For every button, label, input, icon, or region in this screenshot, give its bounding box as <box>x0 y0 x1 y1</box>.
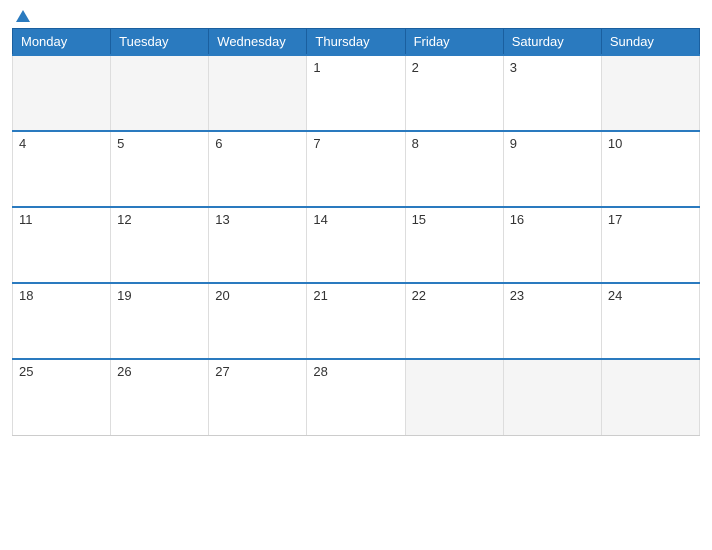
weekday-header-wednesday: Wednesday <box>209 29 307 56</box>
day-number: 7 <box>313 136 320 151</box>
weekday-header-monday: Monday <box>13 29 111 56</box>
day-number: 21 <box>313 288 327 303</box>
day-cell: 2 <box>405 55 503 131</box>
day-cell: 25 <box>13 359 111 435</box>
day-cell: 11 <box>13 207 111 283</box>
day-cell <box>601 55 699 131</box>
day-cell: 14 <box>307 207 405 283</box>
day-cell: 21 <box>307 283 405 359</box>
day-cell: 12 <box>111 207 209 283</box>
day-cell: 8 <box>405 131 503 207</box>
day-number: 24 <box>608 288 622 303</box>
calendar-container: MondayTuesdayWednesdayThursdayFridaySatu… <box>0 0 712 550</box>
day-cell: 7 <box>307 131 405 207</box>
weekday-header-thursday: Thursday <box>307 29 405 56</box>
day-number: 19 <box>117 288 131 303</box>
day-number: 15 <box>412 212 426 227</box>
day-number: 3 <box>510 60 517 75</box>
weekday-header-friday: Friday <box>405 29 503 56</box>
day-number: 25 <box>19 364 33 379</box>
day-cell <box>111 55 209 131</box>
day-number: 16 <box>510 212 524 227</box>
day-number: 2 <box>412 60 419 75</box>
day-number: 17 <box>608 212 622 227</box>
day-cell: 10 <box>601 131 699 207</box>
day-cell: 20 <box>209 283 307 359</box>
day-number: 4 <box>19 136 26 151</box>
day-number: 14 <box>313 212 327 227</box>
header-row <box>12 10 700 22</box>
day-cell: 5 <box>111 131 209 207</box>
logo-triangle-icon <box>16 10 30 22</box>
day-cell <box>209 55 307 131</box>
day-number: 5 <box>117 136 124 151</box>
day-number: 13 <box>215 212 229 227</box>
day-number: 18 <box>19 288 33 303</box>
day-cell <box>13 55 111 131</box>
day-cell: 18 <box>13 283 111 359</box>
calendar-grid: MondayTuesdayWednesdayThursdayFridaySatu… <box>12 28 700 436</box>
day-cell <box>405 359 503 435</box>
day-number: 11 <box>19 212 33 227</box>
day-number: 27 <box>215 364 229 379</box>
day-cell <box>503 359 601 435</box>
day-cell: 3 <box>503 55 601 131</box>
day-cell: 23 <box>503 283 601 359</box>
weekday-header-row: MondayTuesdayWednesdayThursdayFridaySatu… <box>13 29 700 56</box>
day-cell: 28 <box>307 359 405 435</box>
day-cell: 27 <box>209 359 307 435</box>
day-number: 20 <box>215 288 229 303</box>
week-row-4: 25 26 27 28 <box>13 359 700 435</box>
day-cell: 9 <box>503 131 601 207</box>
day-number: 23 <box>510 288 524 303</box>
weekday-header-sunday: Sunday <box>601 29 699 56</box>
day-cell: 26 <box>111 359 209 435</box>
day-cell: 6 <box>209 131 307 207</box>
day-cell: 13 <box>209 207 307 283</box>
day-cell: 15 <box>405 207 503 283</box>
day-cell: 1 <box>307 55 405 131</box>
day-number: 6 <box>215 136 222 151</box>
week-row-3: 18 19 20 21 22 23 24 <box>13 283 700 359</box>
week-row-1: 4 5 6 7 8 9 10 <box>13 131 700 207</box>
week-row-2: 11 12 13 14 15 16 17 <box>13 207 700 283</box>
day-number: 10 <box>608 136 622 151</box>
day-number: 9 <box>510 136 517 151</box>
day-number: 8 <box>412 136 419 151</box>
day-cell: 22 <box>405 283 503 359</box>
day-cell: 17 <box>601 207 699 283</box>
day-cell <box>601 359 699 435</box>
logo-blue-text <box>12 10 30 22</box>
day-cell: 4 <box>13 131 111 207</box>
weekday-header-tuesday: Tuesday <box>111 29 209 56</box>
day-number: 12 <box>117 212 131 227</box>
logo <box>12 10 30 22</box>
day-number: 28 <box>313 364 327 379</box>
week-row-0: 1 2 3 <box>13 55 700 131</box>
weekday-header-saturday: Saturday <box>503 29 601 56</box>
day-number: 26 <box>117 364 131 379</box>
day-cell: 19 <box>111 283 209 359</box>
day-cell: 24 <box>601 283 699 359</box>
day-number: 1 <box>313 60 320 75</box>
day-cell: 16 <box>503 207 601 283</box>
day-number: 22 <box>412 288 426 303</box>
